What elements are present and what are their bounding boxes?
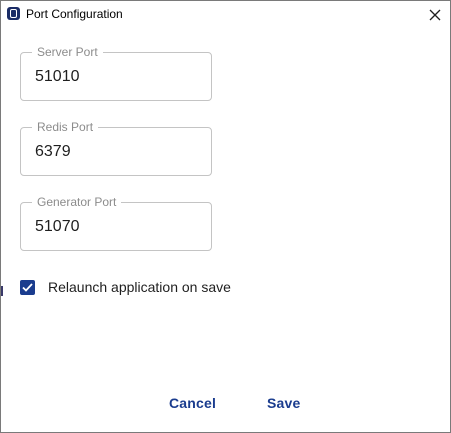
cancel-button[interactable]: Cancel xyxy=(169,392,216,414)
relaunch-option: Relaunch application on save xyxy=(20,277,231,297)
server-port-input[interactable] xyxy=(35,67,200,87)
window-title: Port Configuration xyxy=(26,7,123,21)
save-button[interactable]: Save xyxy=(267,392,301,414)
close-button[interactable] xyxy=(420,1,450,28)
check-icon xyxy=(22,282,33,292)
relaunch-label[interactable]: Relaunch application on save xyxy=(48,279,231,295)
redis-port-label: Redis Port xyxy=(32,120,99,134)
redis-port-input[interactable] xyxy=(35,142,200,162)
redis-port-field: Redis Port xyxy=(20,120,212,176)
generator-port-input[interactable] xyxy=(35,217,200,237)
generator-port-label: Generator Port xyxy=(32,195,122,209)
edge-marker xyxy=(1,286,3,296)
generator-port-field: Generator Port xyxy=(20,195,212,251)
title-bar: Port Configuration xyxy=(1,1,450,28)
relaunch-checkbox[interactable] xyxy=(20,279,35,295)
server-port-label: Server Port xyxy=(32,45,103,59)
close-icon xyxy=(429,9,441,20)
dialog-window: Port Configuration Server Port Redis Por… xyxy=(0,0,451,433)
app-logo-icon xyxy=(7,7,20,20)
server-port-field: Server Port xyxy=(20,45,212,101)
